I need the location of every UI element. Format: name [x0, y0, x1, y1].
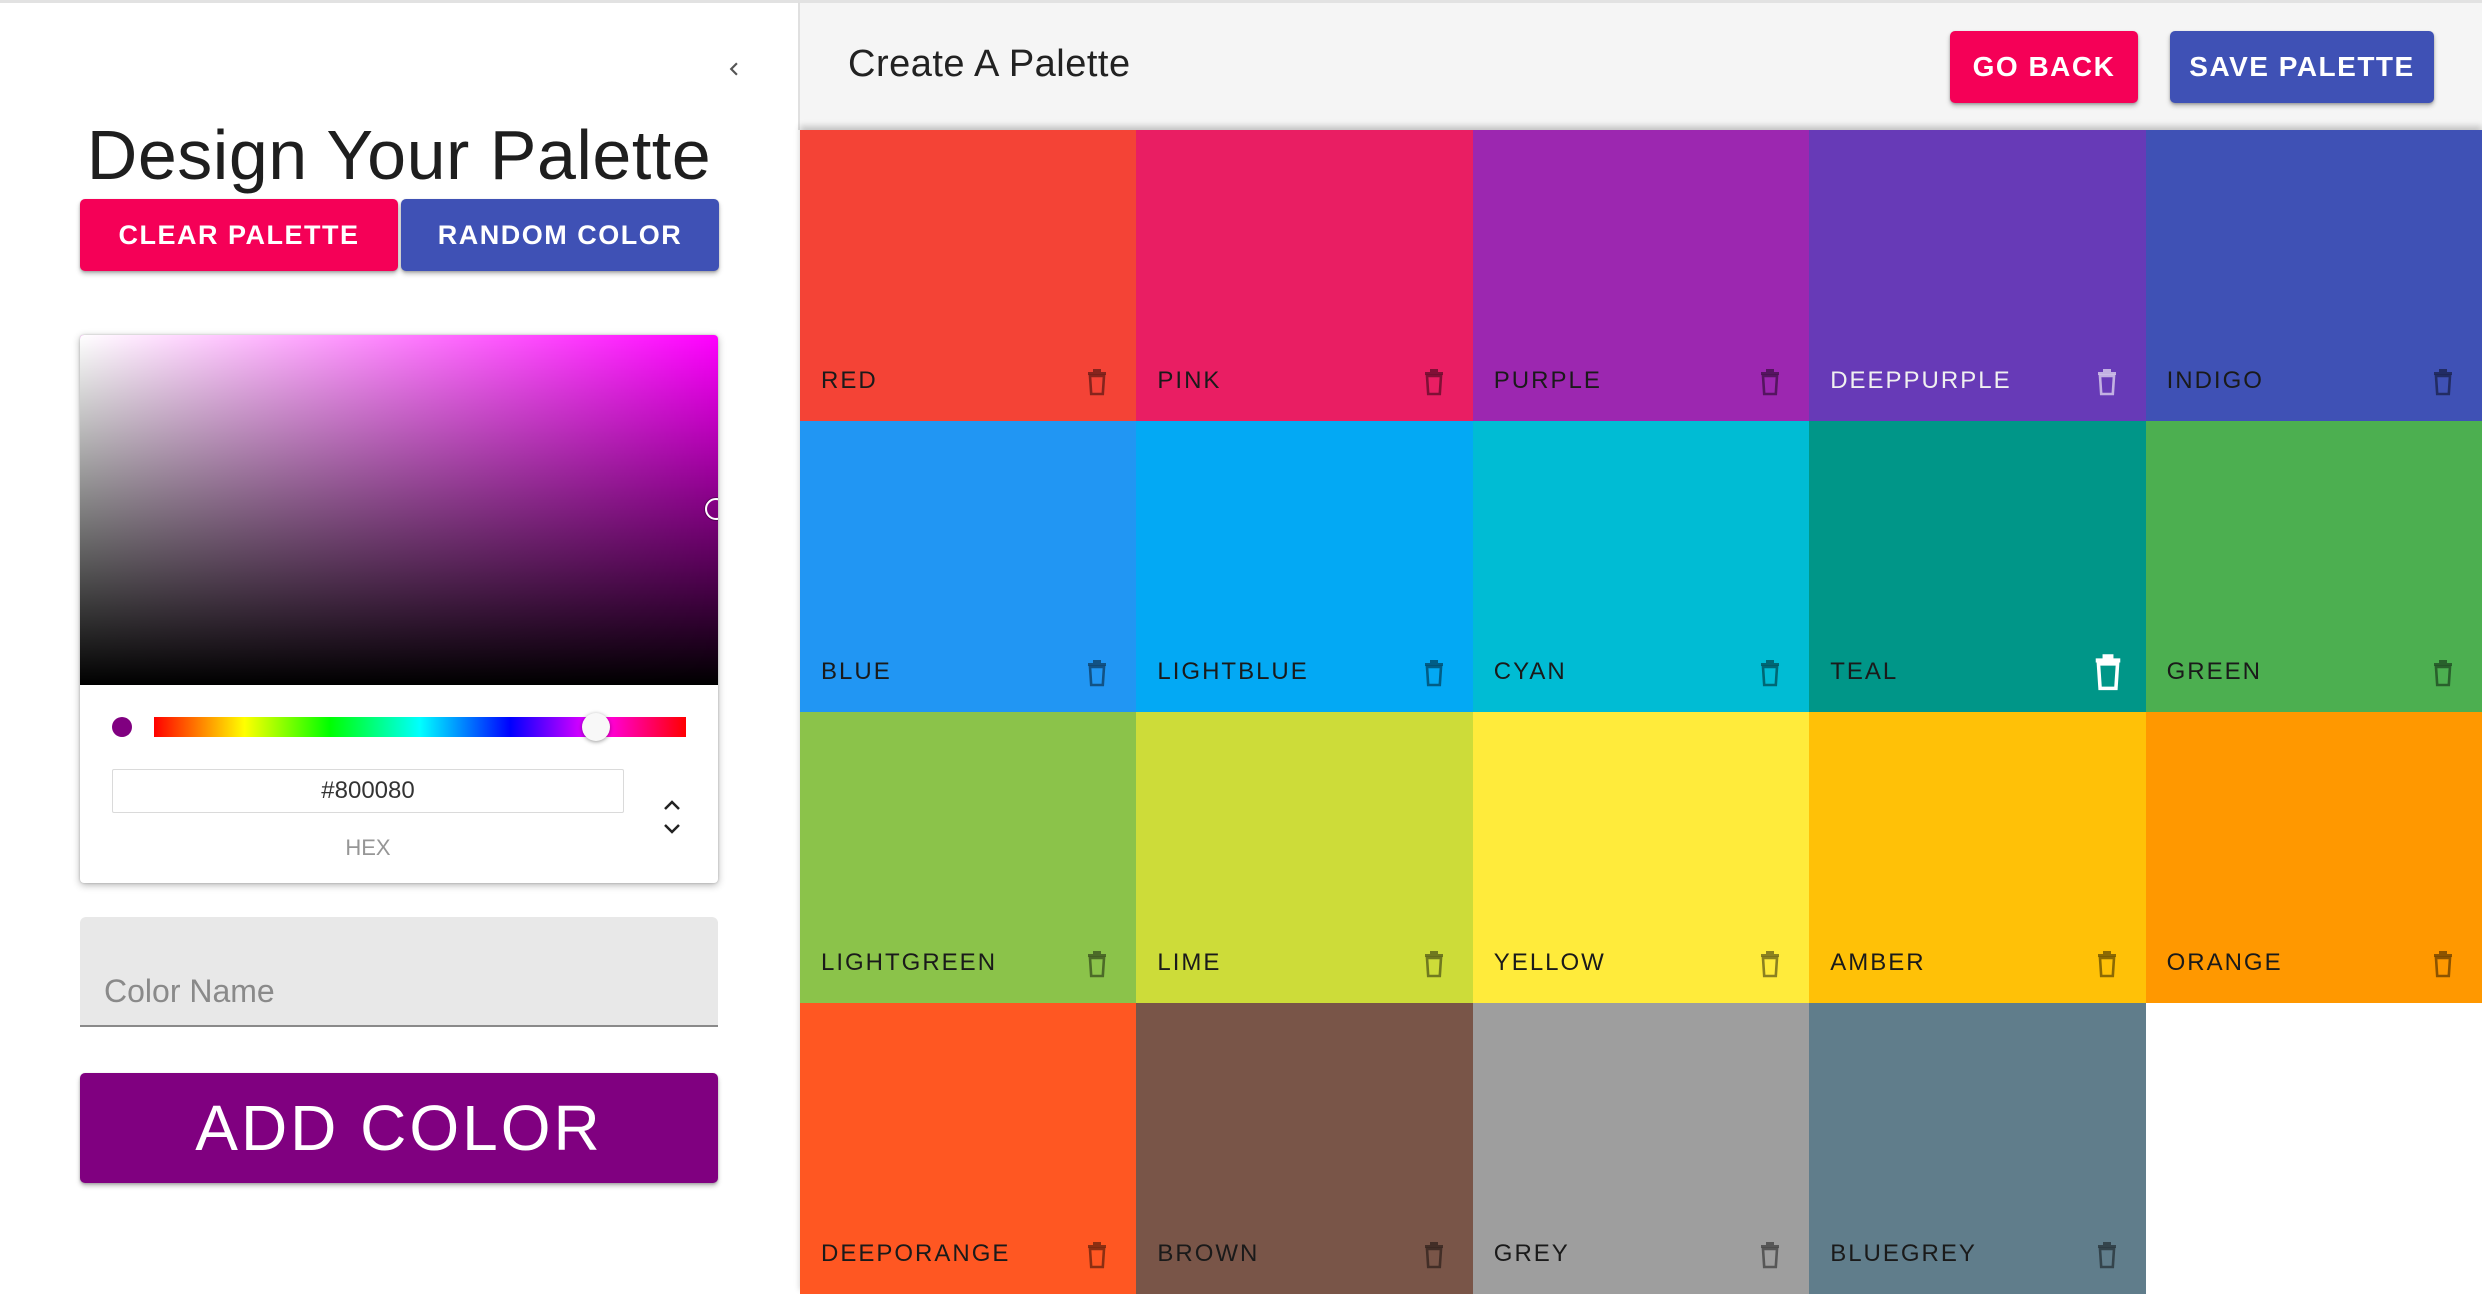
color-box-orange[interactable]: orange — [2145, 712, 2482, 1003]
color-box-brown[interactable]: brown — [1136, 1003, 1473, 1294]
color-box-deeppurple[interactable]: deeppurple — [1809, 130, 2146, 421]
trash-icon — [2433, 660, 2452, 687]
delete-color-button[interactable] — [1419, 656, 1449, 690]
trash-icon — [1424, 369, 1443, 396]
color-box-purple[interactable]: purple — [1472, 130, 1810, 421]
color-box-lime[interactable]: lime — [1136, 712, 1473, 1003]
palette-drawer: Design Your Palette Clear Palette Random… — [0, 0, 798, 1294]
delete-color-button[interactable] — [1082, 365, 1112, 399]
color-box-name: lightblue — [1157, 658, 1309, 685]
color-box-pink[interactable]: pink — [1136, 130, 1473, 421]
collapse-drawer-button[interactable] — [712, 47, 756, 91]
trash-icon — [2095, 654, 2120, 691]
clear-palette-button[interactable]: Clear Palette — [80, 199, 398, 271]
add-color-button[interactable]: Add Color — [80, 1073, 718, 1183]
up-down-chevron-icon — [664, 800, 680, 834]
delete-color-button[interactable] — [2428, 656, 2458, 690]
color-box-cyan[interactable]: cyan — [1472, 421, 1810, 712]
delete-color-button[interactable] — [1755, 656, 1785, 690]
trash-icon — [1424, 660, 1443, 687]
delete-color-button[interactable] — [1755, 947, 1785, 981]
delete-color-button[interactable] — [2092, 365, 2122, 399]
random-color-button[interactable]: Random Color — [401, 199, 719, 271]
color-box-lightgreen[interactable]: lightgreen — [800, 712, 1137, 1003]
delete-color-button[interactable] — [1082, 1238, 1112, 1272]
color-box-name: blue — [821, 658, 892, 685]
delete-color-button[interactable] — [2428, 365, 2458, 399]
color-name-input[interactable] — [104, 969, 694, 1013]
delete-color-button[interactable] — [2088, 650, 2128, 694]
delete-color-button[interactable] — [1419, 947, 1449, 981]
trash-icon — [1761, 951, 1780, 978]
trash-icon — [2097, 1242, 2116, 1269]
trash-icon — [1424, 951, 1443, 978]
current-color-swatch — [112, 717, 132, 737]
save-palette-button[interactable]: Save Palette — [2170, 31, 2434, 103]
color-box-yellow[interactable]: yellow — [1472, 712, 1810, 1003]
delete-color-button[interactable] — [2428, 947, 2458, 981]
color-box-name: lightgreen — [821, 949, 998, 976]
color-box-green[interactable]: green — [2145, 421, 2482, 712]
color-box-lightblue[interactable]: lightblue — [1136, 421, 1473, 712]
delete-color-button[interactable] — [1755, 1238, 1785, 1272]
app-bar: Create A Palette Go Back Save Palette — [798, 0, 2482, 130]
color-box-name: grey — [1493, 1240, 1570, 1267]
color-name-field[interactable] — [80, 917, 718, 1027]
color-box-name: pink — [1157, 367, 1222, 394]
page-title: Create A Palette — [848, 43, 1131, 85]
delete-color-button[interactable] — [1082, 656, 1112, 690]
format-toggle[interactable] — [652, 793, 692, 841]
trash-icon — [2097, 369, 2116, 396]
delete-color-button[interactable] — [2092, 1238, 2122, 1272]
color-box-name: cyan — [1493, 658, 1567, 685]
delete-color-button[interactable] — [1082, 947, 1112, 981]
go-back-button[interactable]: Go Back — [1950, 31, 2138, 103]
color-box-name: indigo — [2166, 367, 2264, 394]
color-box-amber[interactable]: amber — [1809, 712, 2146, 1003]
trash-icon — [1088, 1242, 1107, 1269]
color-box-teal[interactable]: teal — [1809, 421, 2146, 712]
trash-icon — [1761, 660, 1780, 687]
color-picker: HEX — [80, 335, 718, 883]
palette-grid: red pink purple deeppurple indigo blue lightbl… — [800, 130, 2482, 1294]
saturation-area[interactable] — [80, 335, 718, 685]
color-box-indigo[interactable]: indigo — [2145, 130, 2482, 421]
color-box-red[interactable]: red — [800, 130, 1137, 421]
color-box-name: red — [821, 367, 878, 394]
trash-icon — [2433, 369, 2452, 396]
drawer-title: Design Your Palette — [86, 116, 712, 194]
color-box-name: deeporange — [821, 1240, 1011, 1267]
trash-icon — [1424, 1242, 1443, 1269]
color-box-bluegrey[interactable]: bluegrey — [1809, 1003, 2146, 1294]
delete-color-button[interactable] — [2092, 947, 2122, 981]
color-box-name: brown — [1157, 1240, 1260, 1267]
color-box-name: deeppurple — [1830, 367, 2012, 394]
trash-icon — [2433, 951, 2452, 978]
color-box-name: bluegrey — [1830, 1240, 1977, 1267]
color-box-name: yellow — [1493, 949, 1606, 976]
hue-slider-thumb[interactable] — [581, 713, 610, 741]
trash-icon — [2097, 951, 2116, 978]
color-box-name: amber — [1830, 949, 1926, 976]
delete-color-button[interactable] — [1419, 365, 1449, 399]
delete-color-button[interactable] — [1755, 365, 1785, 399]
trash-icon — [1088, 951, 1107, 978]
color-box-name: orange — [2166, 949, 2283, 976]
trash-icon — [1761, 369, 1780, 396]
color-box-grey[interactable]: grey — [1472, 1003, 1810, 1294]
trash-icon — [1088, 660, 1107, 687]
hex-input[interactable] — [112, 769, 624, 813]
color-box-name: green — [2166, 658, 2262, 685]
trash-icon — [1761, 1242, 1780, 1269]
color-box-name: teal — [1830, 658, 1899, 685]
color-box-name: purple — [1493, 367, 1602, 394]
chevron-left-icon — [729, 62, 738, 76]
color-box-deeporange[interactable]: deeporange — [800, 1003, 1137, 1294]
color-box-blue[interactable]: blue — [800, 421, 1137, 712]
trash-icon — [1088, 369, 1107, 396]
hex-label: HEX — [345, 835, 391, 860]
color-box-name: lime — [1157, 949, 1222, 976]
delete-color-button[interactable] — [1419, 1238, 1449, 1272]
